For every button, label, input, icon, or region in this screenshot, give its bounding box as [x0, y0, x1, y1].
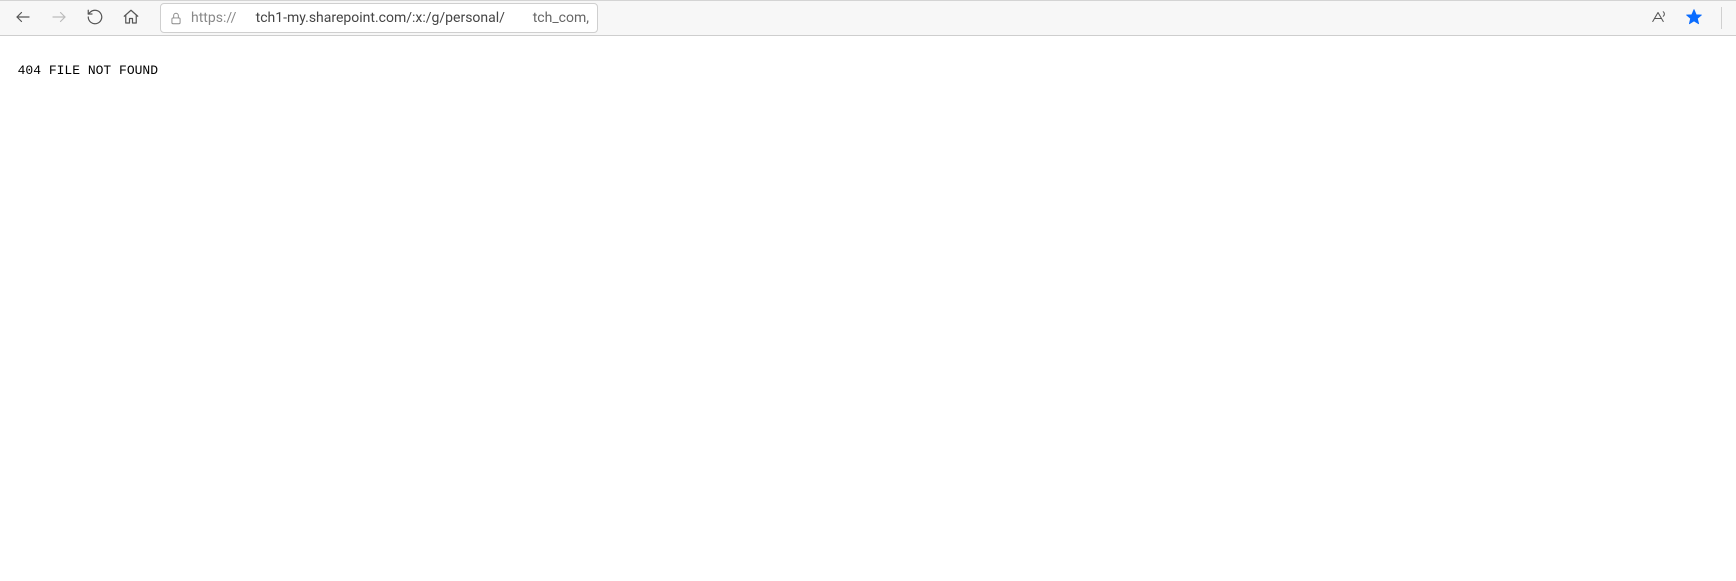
- browser-toolbar: https:// tch1-my.sharepoint.com/:x:/g/pe…: [0, 0, 1736, 36]
- home-button[interactable]: [114, 3, 148, 33]
- page-body: 404 FILE NOT FOUND: [0, 36, 1736, 78]
- read-aloud-icon: [1649, 8, 1667, 29]
- favorites-button[interactable]: [1677, 3, 1711, 33]
- forward-button[interactable]: [42, 3, 76, 33]
- url-scheme: https://: [191, 10, 236, 26]
- toolbar-right-controls: [1641, 3, 1730, 33]
- url-tail: tch_com,: [533, 10, 589, 26]
- back-button[interactable]: [6, 3, 40, 33]
- error-message: 404 FILE NOT FOUND: [18, 63, 158, 78]
- refresh-icon: [86, 8, 104, 29]
- url-host-path: tch1-my.sharepoint.com/:x:/g/personal/: [256, 10, 505, 26]
- arrow-right-icon: [50, 8, 68, 29]
- refresh-button[interactable]: [78, 3, 112, 33]
- lock-icon: [169, 9, 183, 27]
- home-icon: [122, 8, 140, 29]
- arrow-left-icon: [14, 8, 32, 29]
- address-bar[interactable]: https:// tch1-my.sharepoint.com/:x:/g/pe…: [160, 3, 598, 33]
- read-aloud-button[interactable]: [1641, 3, 1675, 33]
- toolbar-divider: [1721, 7, 1722, 29]
- star-filled-icon: [1685, 8, 1703, 29]
